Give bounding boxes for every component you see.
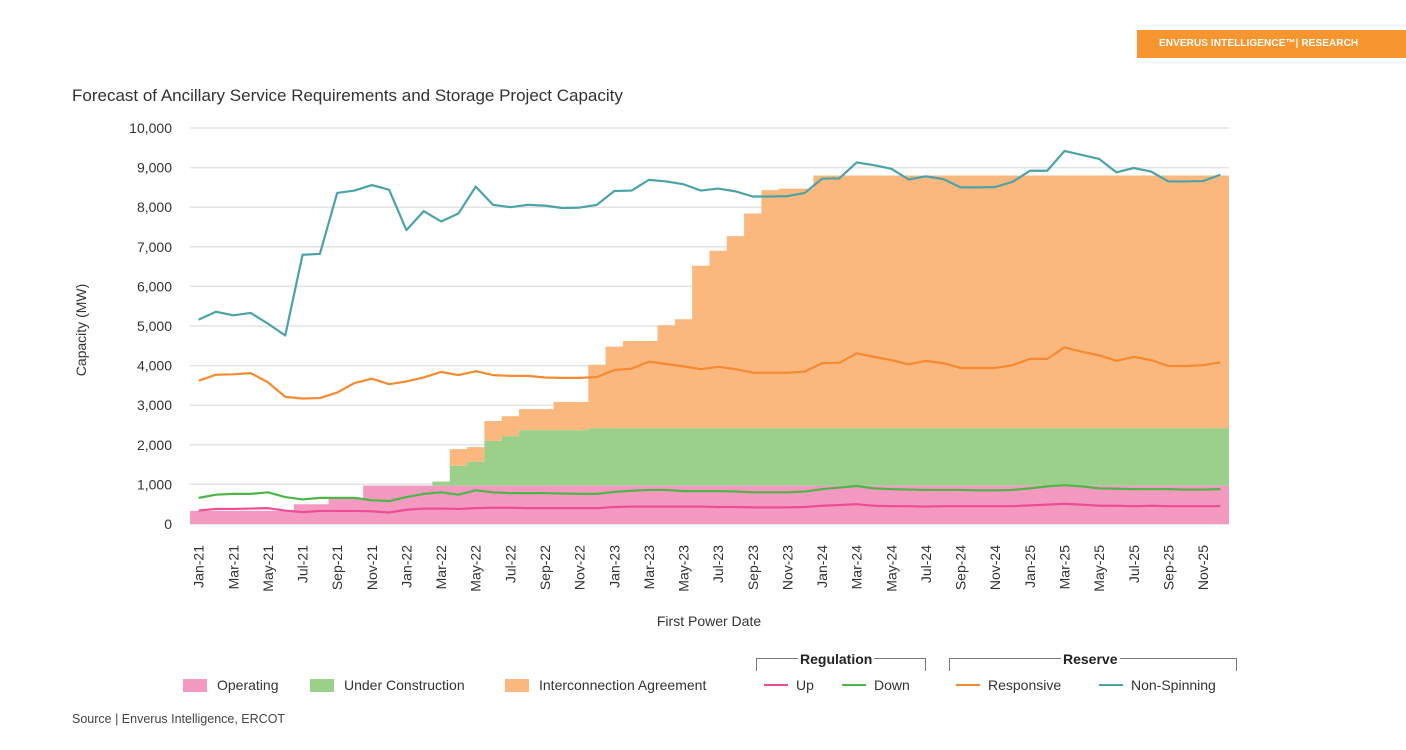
legend-item-non-spinning: Non-Spinning [1099, 677, 1216, 693]
legend-label: Down [874, 677, 910, 693]
x-tick-label: Nov-23 [779, 545, 795, 590]
non-spinning-line-swatch [1099, 684, 1123, 686]
y-tick-label: 3,000 [137, 397, 172, 413]
regulation-group-label: Regulation [798, 651, 875, 667]
x-tick-label: Sep-23 [745, 545, 761, 590]
x-tick-label: May-22 [468, 545, 484, 592]
x-tick-label: Jan-25 [1022, 545, 1038, 588]
x-tick-label: Jul-22 [502, 545, 518, 583]
x-tick-label: Mar-22 [433, 545, 449, 590]
x-tick-label: Jan-23 [606, 545, 622, 588]
y-tick-label: 8,000 [137, 199, 172, 215]
x-tick-label: May-24 [883, 545, 899, 592]
chart-plot: 0 1,000 2,000 3,000 4,000 5,000 6,000 7,000 8,00… [129, 120, 1229, 592]
x-tick-label: Sep-22 [537, 545, 553, 590]
x-tick-label: Jul-21 [295, 545, 311, 583]
operating-swatch [183, 678, 207, 692]
x-tick-label: May-25 [1091, 545, 1107, 592]
legend-label: Non-Spinning [1131, 677, 1216, 693]
x-tick-label: Nov-21 [364, 545, 380, 590]
x-tick-label: Jul-24 [918, 545, 934, 583]
y-axis-ticks: 0 1,000 2,000 3,000 4,000 5,000 6,000 7,000 8,00… [129, 120, 172, 532]
up-line-swatch [764, 684, 788, 686]
x-tick-label: Jan-21 [191, 545, 207, 588]
x-axis-ticks: Jan-21 Mar-21 May-21 Jul-21 Sep-21 Nov-21 Jan-… [191, 545, 1211, 592]
y-tick-label: 6,000 [137, 278, 172, 294]
legend-label: Up [796, 677, 814, 693]
interconnection-swatch [505, 678, 529, 692]
y-tick-label: 1,000 [137, 476, 172, 492]
x-tick-label: Sep-25 [1160, 545, 1176, 590]
legend-item-interconnection: Interconnection Agreement [505, 677, 706, 693]
legend-item-operating: Operating [183, 677, 278, 693]
y-tick-label: 5,000 [137, 318, 172, 334]
legend-label: Interconnection Agreement [539, 677, 707, 693]
x-tick-label: Mar-25 [1056, 545, 1072, 590]
y-tick-label: 7,000 [137, 239, 172, 255]
legend-item-under-construction: Under Construction [310, 677, 465, 693]
y-tick-label: 0 [164, 516, 172, 532]
x-tick-label: May-23 [676, 545, 692, 592]
down-line-swatch [842, 684, 866, 686]
x-tick-label: Jul-23 [710, 545, 726, 583]
x-tick-label: Mar-24 [849, 545, 865, 590]
x-tick-label: Mar-21 [225, 545, 241, 590]
legend-label: Operating [217, 677, 279, 693]
x-tick-label: Jul-25 [1126, 545, 1142, 583]
legend-item-down: Down [842, 677, 910, 693]
x-tick-label: Nov-22 [572, 545, 588, 590]
x-tick-label: Jan-22 [398, 545, 414, 588]
x-tick-label: Sep-21 [329, 545, 345, 590]
y-tick-label: 9,000 [137, 160, 172, 176]
x-tick-label: Mar-23 [641, 545, 657, 590]
under-construction-swatch [310, 678, 334, 692]
y-tick-label: 10,000 [129, 120, 172, 136]
legend-item-up: Up [764, 677, 814, 693]
x-tick-label: Nov-25 [1195, 545, 1211, 590]
x-tick-label: Jan-24 [814, 545, 830, 588]
legend-label: Under Construction [344, 677, 465, 693]
legend-item-responsive: Responsive [956, 677, 1061, 693]
x-tick-label: Sep-24 [953, 545, 969, 590]
responsive-line-swatch [956, 684, 980, 686]
y-tick-label: 4,000 [137, 358, 172, 374]
reserve-group-label: Reserve [1061, 651, 1120, 667]
legend-label: Responsive [988, 677, 1062, 693]
x-tick-label: Nov-24 [987, 545, 1003, 590]
source-note: Source | Enverus Intelligence, ERCOT [72, 712, 286, 726]
x-tick-label: May-21 [260, 545, 276, 592]
y-tick-label: 2,000 [137, 437, 172, 453]
